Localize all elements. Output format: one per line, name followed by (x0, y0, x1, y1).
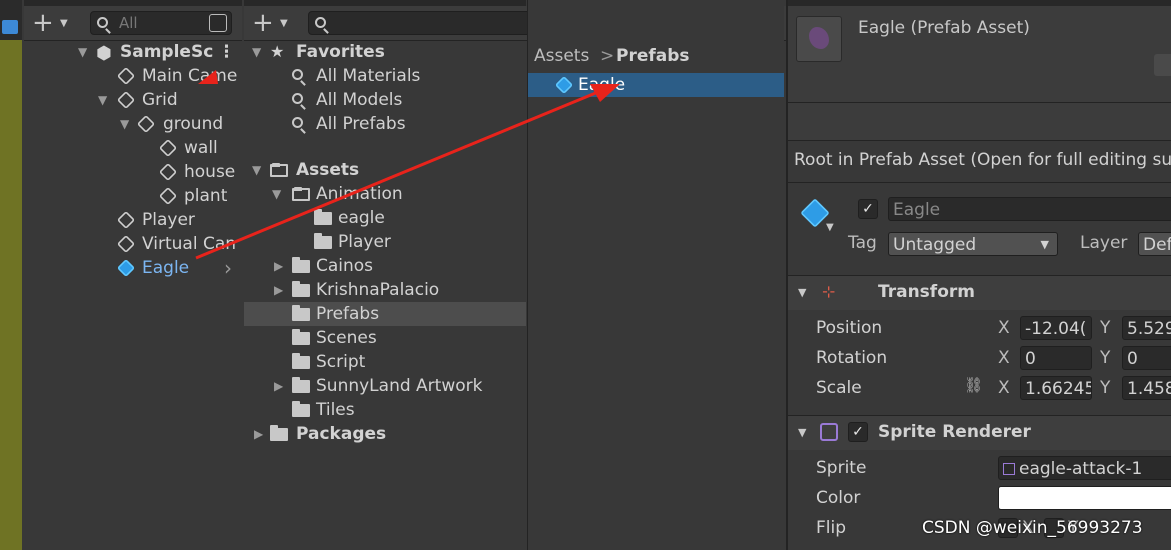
annotation-arrow (195, 70, 620, 260)
annotation-cursor-mark (198, 70, 218, 84)
csdn-watermark: CSDN @weixin_56993273 (922, 518, 1143, 538)
annotation-arrow-line (195, 90, 599, 260)
